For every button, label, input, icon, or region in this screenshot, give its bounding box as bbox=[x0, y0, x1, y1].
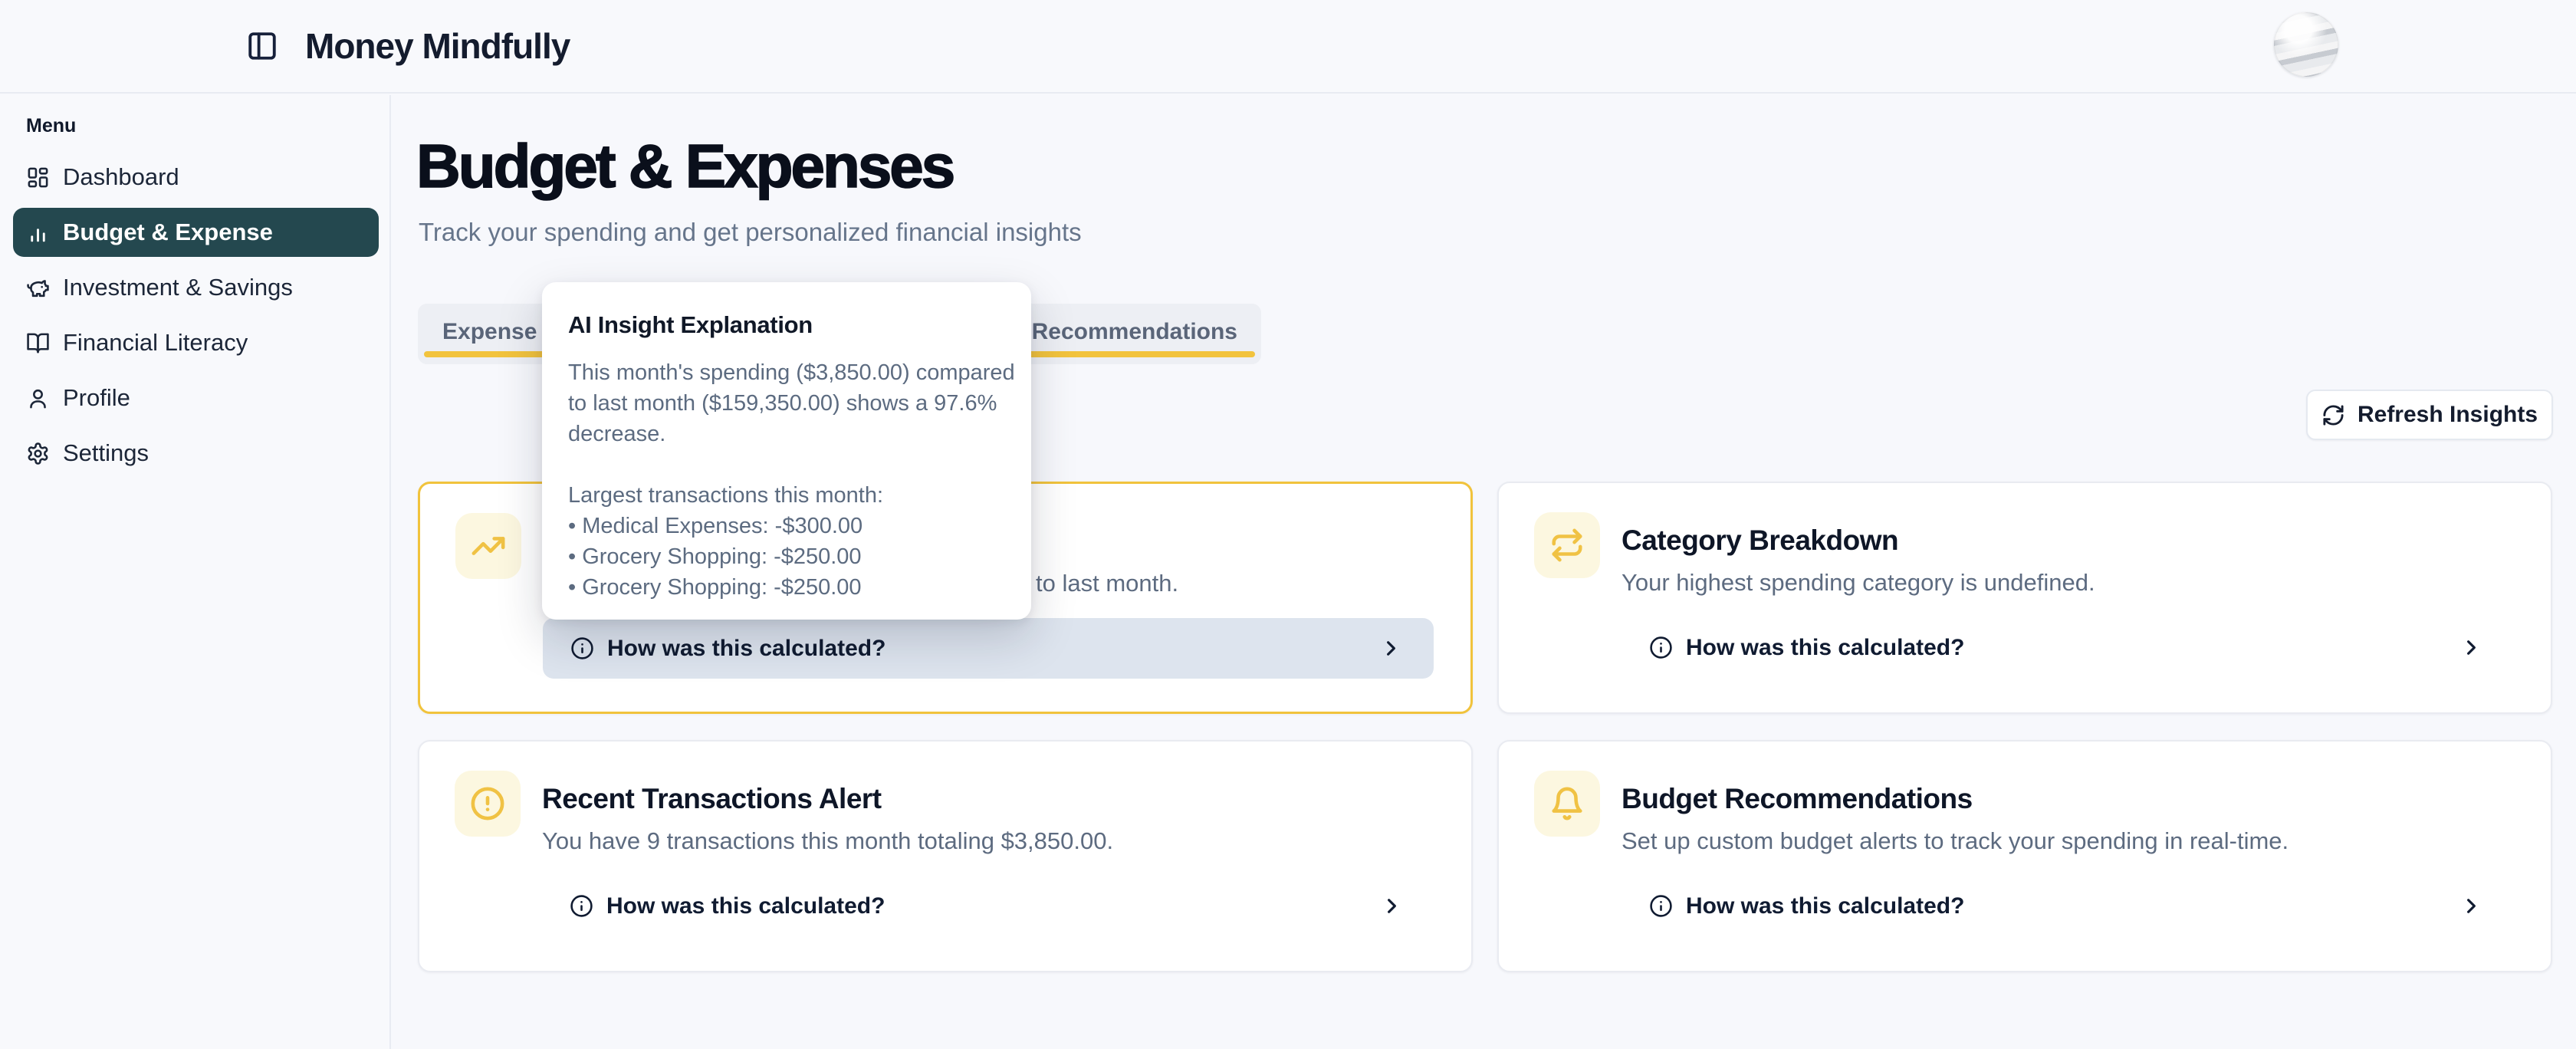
sidebar: Menu Dashboard Budget & Expense Investme… bbox=[0, 95, 391, 1049]
sidebar-toggle-button[interactable] bbox=[242, 26, 282, 66]
sidebar-nav: Dashboard Budget & Expense Investment & … bbox=[0, 153, 389, 478]
page-subtitle: Track your spending and get personalized… bbox=[419, 218, 1082, 247]
page-title: Budget & Expenses bbox=[416, 133, 953, 199]
card-title: Category Breakdown bbox=[1622, 524, 1898, 557]
dashboard-icon bbox=[26, 166, 50, 189]
tooltip-body: This month's spending ($3,850.00) compar… bbox=[568, 357, 1005, 603]
sidebar-item-label: Dashboard bbox=[63, 163, 179, 191]
how-calculated-label: How was this calculated? bbox=[606, 893, 885, 919]
card-description: You have 9 transactions this month total… bbox=[542, 827, 1113, 855]
sidebar-item-label: Budget & Expense bbox=[63, 219, 273, 246]
card-title: Budget Recommendations bbox=[1622, 783, 1973, 815]
repeat-icon bbox=[1534, 512, 1600, 578]
tooltip-paragraph-line: to last month ($159,350.00) shows a 97.6… bbox=[568, 388, 1005, 419]
avatar[interactable] bbox=[2274, 12, 2338, 77]
how-calculated-button[interactable]: How was this calculated? bbox=[542, 876, 1434, 936]
how-calculated-button[interactable]: How was this calculated? bbox=[1622, 617, 2514, 678]
panel-left-icon bbox=[246, 30, 278, 62]
alert-circle-icon bbox=[455, 771, 521, 837]
user-icon bbox=[26, 386, 50, 410]
sidebar-item-label: Settings bbox=[63, 439, 149, 467]
sidebar-item-profile[interactable]: Profile bbox=[13, 373, 379, 423]
sidebar-item-dashboard[interactable]: Dashboard bbox=[13, 153, 379, 202]
card-description: Your highest spending category is undefi… bbox=[1622, 569, 2095, 597]
tooltip-spacer bbox=[568, 449, 1005, 480]
refresh-icon bbox=[2321, 403, 2345, 427]
chevron-right-icon bbox=[1380, 894, 1404, 918]
tooltip-list-header: Largest transactions this month: bbox=[568, 480, 1005, 511]
how-calculated-label: How was this calculated? bbox=[1686, 635, 1964, 661]
ai-insight-tooltip: AI Insight Explanation This month's spen… bbox=[542, 282, 1031, 620]
book-open-icon bbox=[26, 331, 50, 355]
sidebar-menu-label: Menu bbox=[26, 115, 389, 137]
bell-icon bbox=[1534, 771, 1600, 837]
tooltip-paragraph-line: decrease. bbox=[568, 419, 1005, 449]
card-description: to last month. bbox=[1036, 570, 1178, 597]
insight-card-recent-transactions: Recent Transactions Alert You have 9 tra… bbox=[418, 740, 1473, 972]
card-title: Recent Transactions Alert bbox=[542, 783, 882, 815]
sidebar-item-label: Financial Literacy bbox=[63, 329, 248, 357]
tooltip-paragraph-line: This month's spending ($3,850.00) compar… bbox=[568, 357, 1005, 388]
app-header: Money Mindfully bbox=[0, 0, 2576, 94]
app-window: Money Mindfully Menu Dashboard Budget & … bbox=[0, 0, 2576, 1049]
refresh-insights-button[interactable]: Refresh Insights bbox=[2306, 390, 2553, 440]
insight-card-category-breakdown: Category Breakdown Your highest spending… bbox=[1497, 482, 2552, 714]
chevron-right-icon bbox=[2459, 894, 2483, 918]
tooltip-title: AI Insight Explanation bbox=[568, 311, 1005, 339]
sidebar-item-label: Profile bbox=[63, 384, 130, 412]
refresh-insights-label: Refresh Insights bbox=[2358, 402, 2538, 428]
tooltip-bullet: • Grocery Shopping: -$250.00 bbox=[568, 572, 1005, 603]
piggy-bank-icon bbox=[26, 276, 50, 300]
how-calculated-label: How was this calculated? bbox=[1686, 893, 1964, 919]
how-calculated-button[interactable]: How was this calculated? bbox=[543, 618, 1434, 679]
insight-card-budget-recommendations: Budget Recommendations Set up custom bud… bbox=[1497, 740, 2552, 972]
trending-up-icon bbox=[455, 513, 521, 579]
sidebar-item-budget-expense[interactable]: Budget & Expense bbox=[13, 208, 379, 257]
gear-icon bbox=[26, 442, 50, 465]
sidebar-item-investment-savings[interactable]: Investment & Savings bbox=[13, 263, 379, 312]
card-description: Set up custom budget alerts to track you… bbox=[1622, 827, 2288, 855]
app-title: Money Mindfully bbox=[305, 25, 570, 67]
how-calculated-label: How was this calculated? bbox=[607, 636, 886, 662]
info-icon bbox=[570, 636, 594, 660]
sidebar-item-label: Investment & Savings bbox=[63, 274, 293, 301]
chevron-right-icon bbox=[1379, 636, 1403, 660]
info-icon bbox=[1649, 894, 1673, 918]
tooltip-bullet: • Grocery Shopping: -$250.00 bbox=[568, 541, 1005, 572]
how-calculated-button[interactable]: How was this calculated? bbox=[1622, 876, 2514, 936]
sidebar-item-settings[interactable]: Settings bbox=[13, 429, 379, 478]
info-icon bbox=[570, 894, 593, 918]
bar-chart-icon bbox=[26, 221, 50, 245]
sidebar-item-financial-literacy[interactable]: Financial Literacy bbox=[13, 318, 379, 367]
tooltip-bullet: • Medical Expenses: -$300.00 bbox=[568, 511, 1005, 541]
info-icon bbox=[1649, 636, 1673, 659]
chevron-right-icon bbox=[2459, 636, 2483, 659]
